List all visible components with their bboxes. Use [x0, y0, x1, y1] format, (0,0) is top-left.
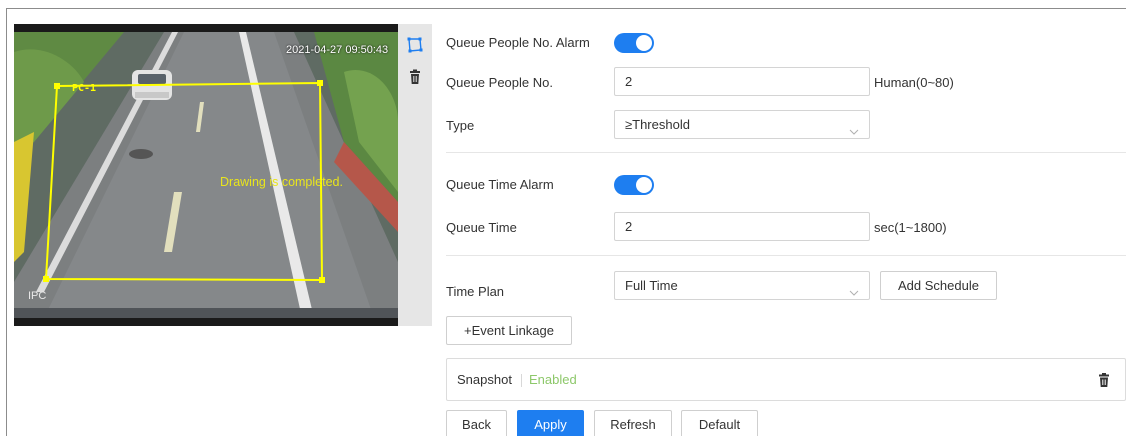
refresh-button[interactable]: Refresh: [594, 410, 672, 436]
video-timestamp: 2021-04-27 09:50:43: [286, 44, 389, 56]
queue-time-alarm-toggle[interactable]: [614, 175, 654, 195]
draw-region-icon[interactable]: [406, 36, 424, 54]
linkage-separator: [521, 374, 522, 387]
queue-time-input[interactable]: [614, 212, 870, 241]
event-linkage-button[interactable]: +Event Linkage: [446, 316, 572, 345]
chevron-down-icon: [849, 119, 859, 135]
delete-linkage-icon[interactable]: [1097, 372, 1111, 388]
delete-region-icon[interactable]: [406, 68, 424, 86]
section-divider: [446, 255, 1126, 256]
channel-label: IPC: [28, 290, 47, 302]
apply-button[interactable]: Apply: [517, 410, 584, 436]
linkage-item-name: Snapshot: [457, 372, 512, 387]
time-plan-select[interactable]: Full Time: [614, 271, 870, 300]
default-button[interactable]: Default: [681, 410, 758, 436]
queue-time-label: Queue Time: [446, 220, 517, 235]
type-label: Type: [446, 118, 475, 133]
time-plan-select-value: Full Time: [625, 278, 678, 293]
section-divider: [446, 152, 1126, 153]
queue-people-alarm-label: Queue People No. Alarm: [446, 35, 590, 50]
event-linkage-list: Snapshot Enabled: [446, 358, 1126, 401]
region-label: PC-1: [72, 83, 97, 94]
type-select[interactable]: ≥Threshold: [614, 110, 870, 139]
add-schedule-button[interactable]: Add Schedule: [880, 271, 997, 300]
video-preview[interactable]: 2021-04-27 09:50:43 PC-1 Drawing is comp…: [14, 24, 398, 326]
queue-time-alarm-label: Queue Time Alarm: [446, 177, 554, 192]
back-button[interactable]: Back: [446, 410, 507, 436]
queue-people-count-unit: Human(0~80): [874, 75, 954, 90]
queue-people-count-label: Queue People No.: [446, 75, 553, 90]
video-toolbar: [398, 24, 432, 326]
drawing-status-message: Drawing is completed.: [220, 175, 343, 189]
queue-people-count-input[interactable]: [614, 67, 870, 96]
chevron-down-icon: [849, 280, 859, 296]
time-plan-label: Time Plan: [446, 284, 505, 299]
queue-people-alarm-toggle[interactable]: [614, 33, 654, 53]
queue-time-unit: sec(1~1800): [874, 220, 947, 235]
linkage-item-status: Enabled: [529, 372, 577, 387]
type-select-value: ≥Threshold: [625, 117, 690, 132]
